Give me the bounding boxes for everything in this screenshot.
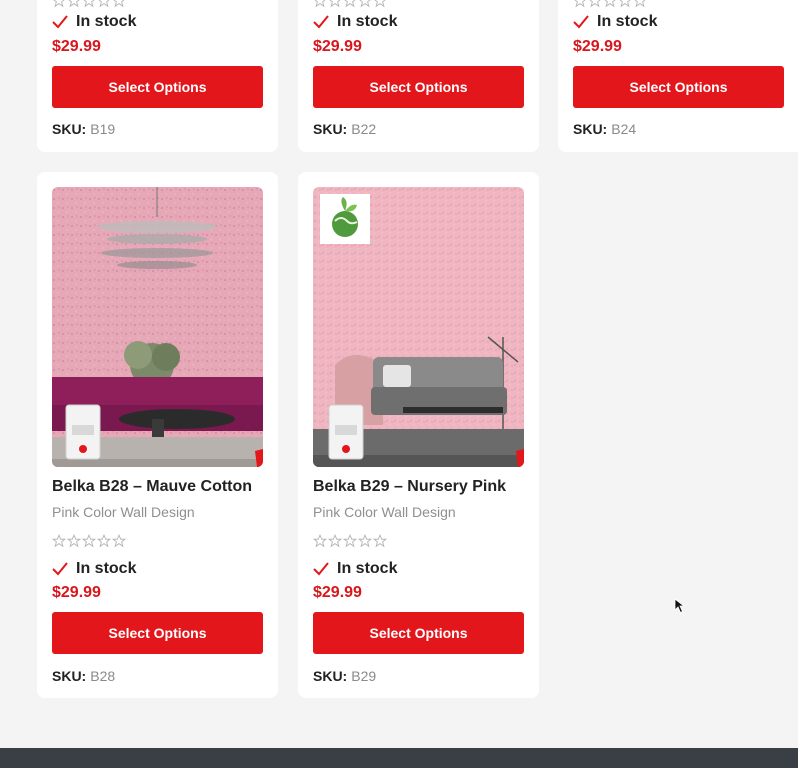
star-icon (359, 0, 371, 8)
sku-value: B28 (90, 668, 116, 684)
star-icon (374, 0, 386, 8)
star-icon (589, 0, 601, 8)
select-options-button[interactable]: Select Options (52, 66, 263, 108)
stock-status: In stock (573, 13, 784, 31)
select-options-button[interactable]: Select Options (313, 66, 524, 108)
sku: SKU: B28 (52, 668, 263, 684)
stock-label: In stock (76, 560, 137, 577)
select-options-button[interactable]: Select Options (52, 612, 263, 654)
star-icon (328, 534, 342, 548)
sku-label: SKU: (313, 121, 348, 137)
rating-stars (313, 534, 524, 548)
product-title[interactable]: Belka B28 – Mauve Cotton (52, 478, 263, 496)
sku: SKU: B19 (52, 121, 263, 137)
sku: SKU: B22 (313, 121, 524, 137)
check-icon (313, 15, 329, 29)
rating-stars (573, 0, 784, 8)
star-icon (329, 0, 341, 8)
star-icon (83, 0, 95, 8)
star-icon (604, 0, 616, 8)
sku-label: SKU: (52, 121, 87, 137)
product-image[interactable] (52, 187, 263, 467)
price: $29.99 (52, 38, 101, 55)
check-icon (52, 562, 68, 576)
price: $29.99 (313, 584, 362, 601)
product-subtitle: Pink Color Wall Design (313, 504, 456, 520)
product-subtitle: Pink Color Wall Design (52, 504, 195, 520)
sku-value: B24 (611, 121, 637, 137)
star-icon (53, 0, 65, 8)
stock-label: In stock (337, 560, 398, 577)
check-icon (313, 562, 329, 576)
product-card-b29: Belka B29 – Nursery Pink Pink Color Wall… (298, 172, 539, 698)
star-icon (113, 0, 125, 8)
star-icon (373, 534, 387, 548)
select-options-button[interactable]: Select Options (573, 66, 784, 108)
star-icon (343, 534, 357, 548)
star-icon (313, 534, 327, 548)
room-scene-image (52, 187, 263, 467)
star-icon (112, 534, 126, 548)
sku-label: SKU: (573, 121, 608, 137)
page-footer (0, 748, 798, 768)
sku-value: B29 (351, 668, 377, 684)
star-icon (634, 0, 646, 8)
stock-label: In stock (337, 13, 398, 30)
sku: SKU: B24 (573, 121, 784, 137)
rating-stars (52, 0, 263, 8)
rating-stars (313, 0, 524, 8)
stock-status: In stock (52, 13, 263, 31)
check-icon (52, 15, 68, 29)
room-scene-image (313, 187, 524, 467)
price: $29.99 (52, 584, 101, 601)
product-image[interactable] (313, 187, 524, 467)
star-icon (358, 534, 372, 548)
mouse-cursor-icon (674, 598, 686, 614)
star-icon (344, 0, 356, 8)
product-card-b22: In stock $29.99 Select Options SKU: B22 (298, 0, 539, 152)
star-icon (574, 0, 586, 8)
select-options-button[interactable]: Select Options (313, 612, 524, 654)
stock-status: In stock (313, 13, 524, 31)
sku: SKU: B29 (313, 668, 524, 684)
stock-status: In stock (313, 560, 524, 578)
product-title[interactable]: Belka B29 – Nursery Pink (313, 478, 524, 496)
sku-label: SKU: (313, 668, 348, 684)
star-icon (82, 534, 96, 548)
sku-value: B19 (90, 121, 116, 137)
stock-status: In stock (52, 560, 263, 578)
product-card-b19: In stock $29.99 Select Options SKU: B19 (37, 0, 278, 152)
star-icon (619, 0, 631, 8)
star-icon (97, 534, 111, 548)
rating-stars (52, 534, 263, 548)
price: $29.99 (313, 38, 362, 55)
star-icon (68, 0, 80, 8)
product-card-b28: Belka B28 – Mauve Cotton Pink Color Wall… (37, 172, 278, 698)
sku-label: SKU: (52, 668, 87, 684)
star-icon (98, 0, 110, 8)
price: $29.99 (573, 38, 622, 55)
stock-label: In stock (76, 13, 137, 30)
product-card-b24: In stock $29.99 Select Options SKU: B24 (558, 0, 798, 152)
star-icon (52, 534, 66, 548)
star-icon (314, 0, 326, 8)
sku-value: B22 (351, 121, 377, 137)
star-icon (67, 534, 81, 548)
stock-label: In stock (597, 13, 658, 30)
check-icon (573, 15, 589, 29)
